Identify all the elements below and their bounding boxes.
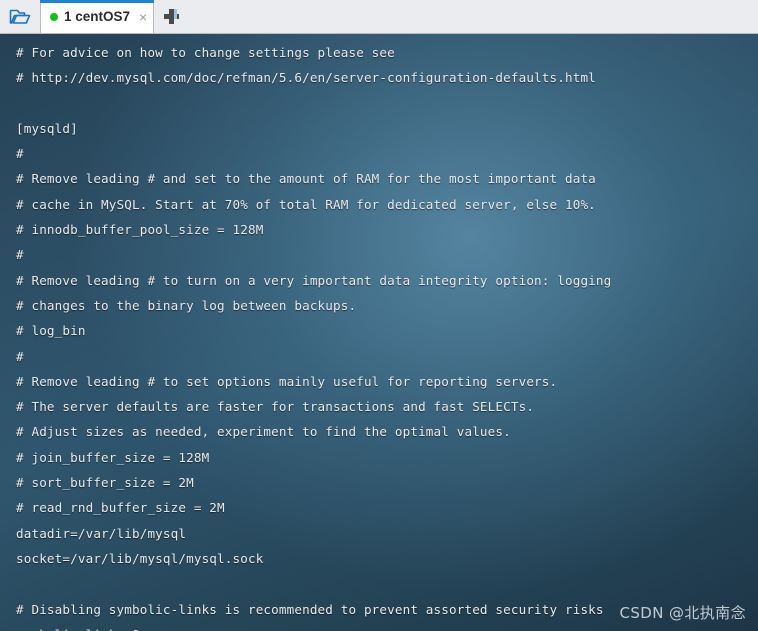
terminal-line: # Remove leading # to turn on a very imp… xyxy=(16,272,612,288)
open-folder-button[interactable] xyxy=(0,0,40,33)
terminal-line: # For advice on how to change settings p… xyxy=(16,45,395,60)
watermark: CSDN @北执南念 xyxy=(619,604,746,622)
close-icon[interactable]: × xyxy=(139,10,147,24)
terminal-line: symbolic-links=0 xyxy=(16,622,758,631)
terminal-line: # Remove leading # to set options mainly… xyxy=(16,373,558,389)
terminal-line: # log_bin xyxy=(16,323,86,339)
open-folder-icon xyxy=(9,8,31,26)
terminal-line: # innodb_buffer_pool_size = 128M xyxy=(16,222,264,238)
connection-status-dot-icon xyxy=(50,12,58,21)
plus-icon xyxy=(163,9,179,24)
terminal-text-area: # For advice on how to change settings p… xyxy=(16,34,758,631)
tab-centos7[interactable]: 1 centOS7 × xyxy=(40,0,155,33)
terminal-line: socket=/var/lib/mysql/mysql.sock xyxy=(16,550,264,566)
terminal-line: # join_buffer_size = 128M xyxy=(16,449,210,465)
tab-bar: 1 centOS7 × xyxy=(0,0,758,34)
terminal-line: # changes to the binary log between back… xyxy=(16,297,357,313)
terminal-line: # The server defaults are faster for tra… xyxy=(16,399,535,415)
terminal-line: [mysqld] xyxy=(16,120,78,136)
terminal-screen[interactable]: # For advice on how to change settings p… xyxy=(0,34,758,631)
terminal-line: # sort_buffer_size = 2M xyxy=(16,475,194,491)
terminal-line: # cache in MySQL. Start at 70% of total … xyxy=(16,196,596,212)
terminal-line: # xyxy=(16,146,24,162)
terminal-line: # http://dev.mysql.com/doc/refman/5.6/en… xyxy=(16,70,596,86)
new-tab-button[interactable] xyxy=(154,0,188,33)
terminal-app-window: 1 centOS7 × # For advice on how to chang… xyxy=(0,0,758,631)
terminal-line: # xyxy=(16,348,24,364)
terminal-line: datadir=/var/lib/mysql xyxy=(16,525,187,541)
terminal-line: # xyxy=(16,247,24,263)
terminal-line: # Adjust sizes as needed, experiment to … xyxy=(16,424,511,440)
tab-label: 1 centOS7 xyxy=(64,9,131,24)
terminal-line: # Remove leading # and set to the amount… xyxy=(16,171,596,187)
terminal-line: # read_rnd_buffer_size = 2M xyxy=(16,500,225,516)
